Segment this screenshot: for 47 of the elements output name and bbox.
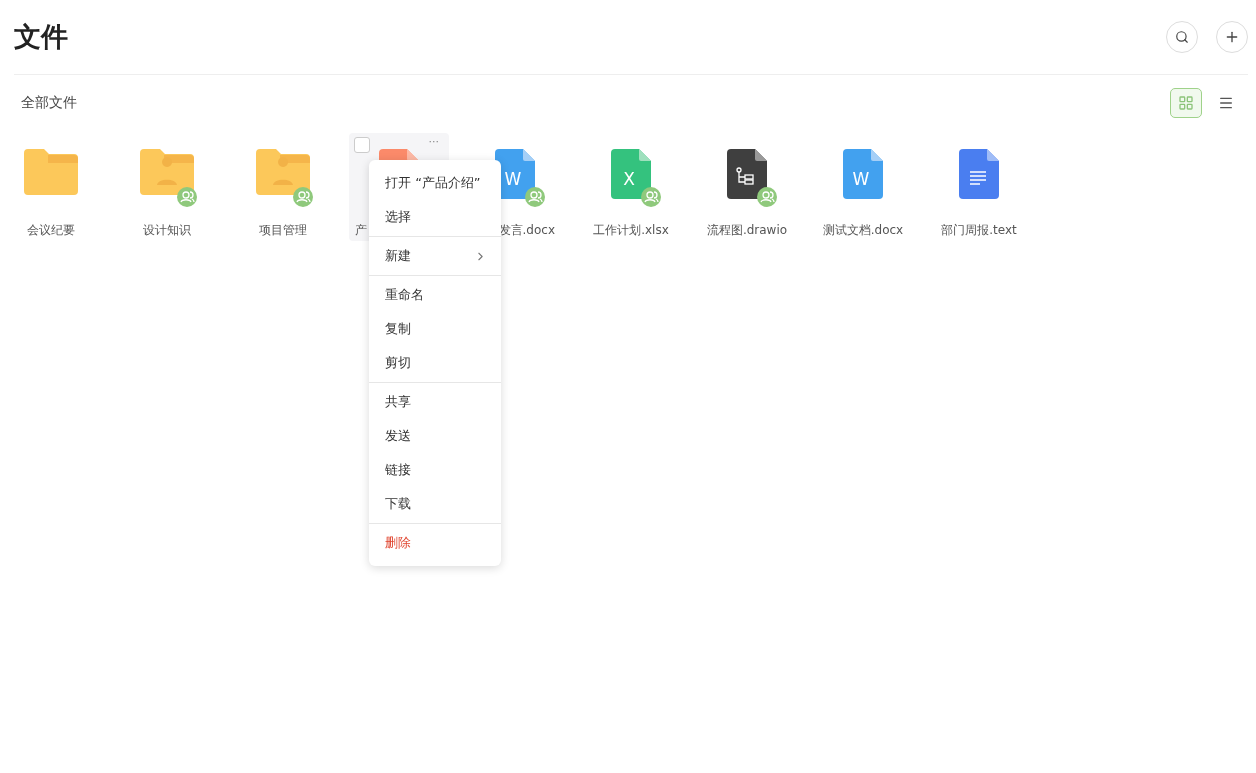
folder-icon: [140, 149, 194, 195]
diagram-icon: [727, 149, 767, 199]
shared-icon: [525, 187, 545, 207]
file-tile[interactable]: W 测试文档.docx: [813, 133, 913, 241]
file-tile[interactable]: 设计知识: [117, 133, 217, 241]
menu-item[interactable]: 新建: [369, 239, 501, 273]
shared-icon: [641, 187, 661, 207]
file-name: 测试文档.docx: [822, 222, 904, 239]
plus-icon: [1224, 29, 1240, 45]
grid-icon: [1178, 95, 1194, 111]
menu-item[interactable]: 选择: [369, 200, 501, 234]
menu-item[interactable]: 链接: [369, 453, 501, 487]
folder-icon: [24, 149, 78, 195]
list-icon: [1218, 95, 1234, 111]
grid-view-button[interactable]: [1170, 88, 1202, 118]
menu-item[interactable]: 重命名: [369, 278, 501, 312]
file-name: 产: [355, 222, 367, 239]
breadcrumb[interactable]: 全部文件: [21, 94, 77, 112]
shared-icon: [293, 187, 313, 207]
file-name: 设计知识: [143, 222, 191, 239]
file-tile[interactable]: 流程图.drawio: [697, 133, 797, 241]
page-title: 文件: [14, 20, 68, 54]
add-button[interactable]: [1216, 21, 1248, 53]
checkbox[interactable]: [354, 137, 370, 153]
file-tile[interactable]: X 工作计划.xlsx: [581, 133, 681, 241]
menu-item[interactable]: 剪切: [369, 346, 501, 380]
menu-item[interactable]: 删除: [369, 526, 501, 560]
file-name: 工作计划.xlsx: [593, 222, 669, 239]
file-name: 流程图.drawio: [706, 222, 788, 239]
search-button[interactable]: [1166, 21, 1198, 53]
folder-icon: [256, 149, 310, 195]
file-name: 部门周报.text: [941, 222, 1017, 239]
file-name: 会议纪要: [27, 222, 75, 239]
menu-item[interactable]: 复制: [369, 312, 501, 346]
file-tile[interactable]: 会议纪要: [1, 133, 101, 241]
shared-icon: [757, 187, 777, 207]
shared-icon: [177, 187, 197, 207]
search-icon: [1175, 30, 1189, 44]
file-name: 项目管理: [259, 222, 307, 239]
menu-item[interactable]: 发送: [369, 419, 501, 453]
menu-item[interactable]: 共享: [369, 385, 501, 419]
menu-item[interactable]: 下载: [369, 487, 501, 521]
file-tile[interactable]: 项目管理: [233, 133, 333, 241]
text-document-icon: [959, 149, 999, 199]
file-tile[interactable]: 部门周报.text: [929, 133, 1029, 241]
document-icon: W: [843, 149, 883, 199]
spreadsheet-icon: X: [611, 149, 651, 199]
